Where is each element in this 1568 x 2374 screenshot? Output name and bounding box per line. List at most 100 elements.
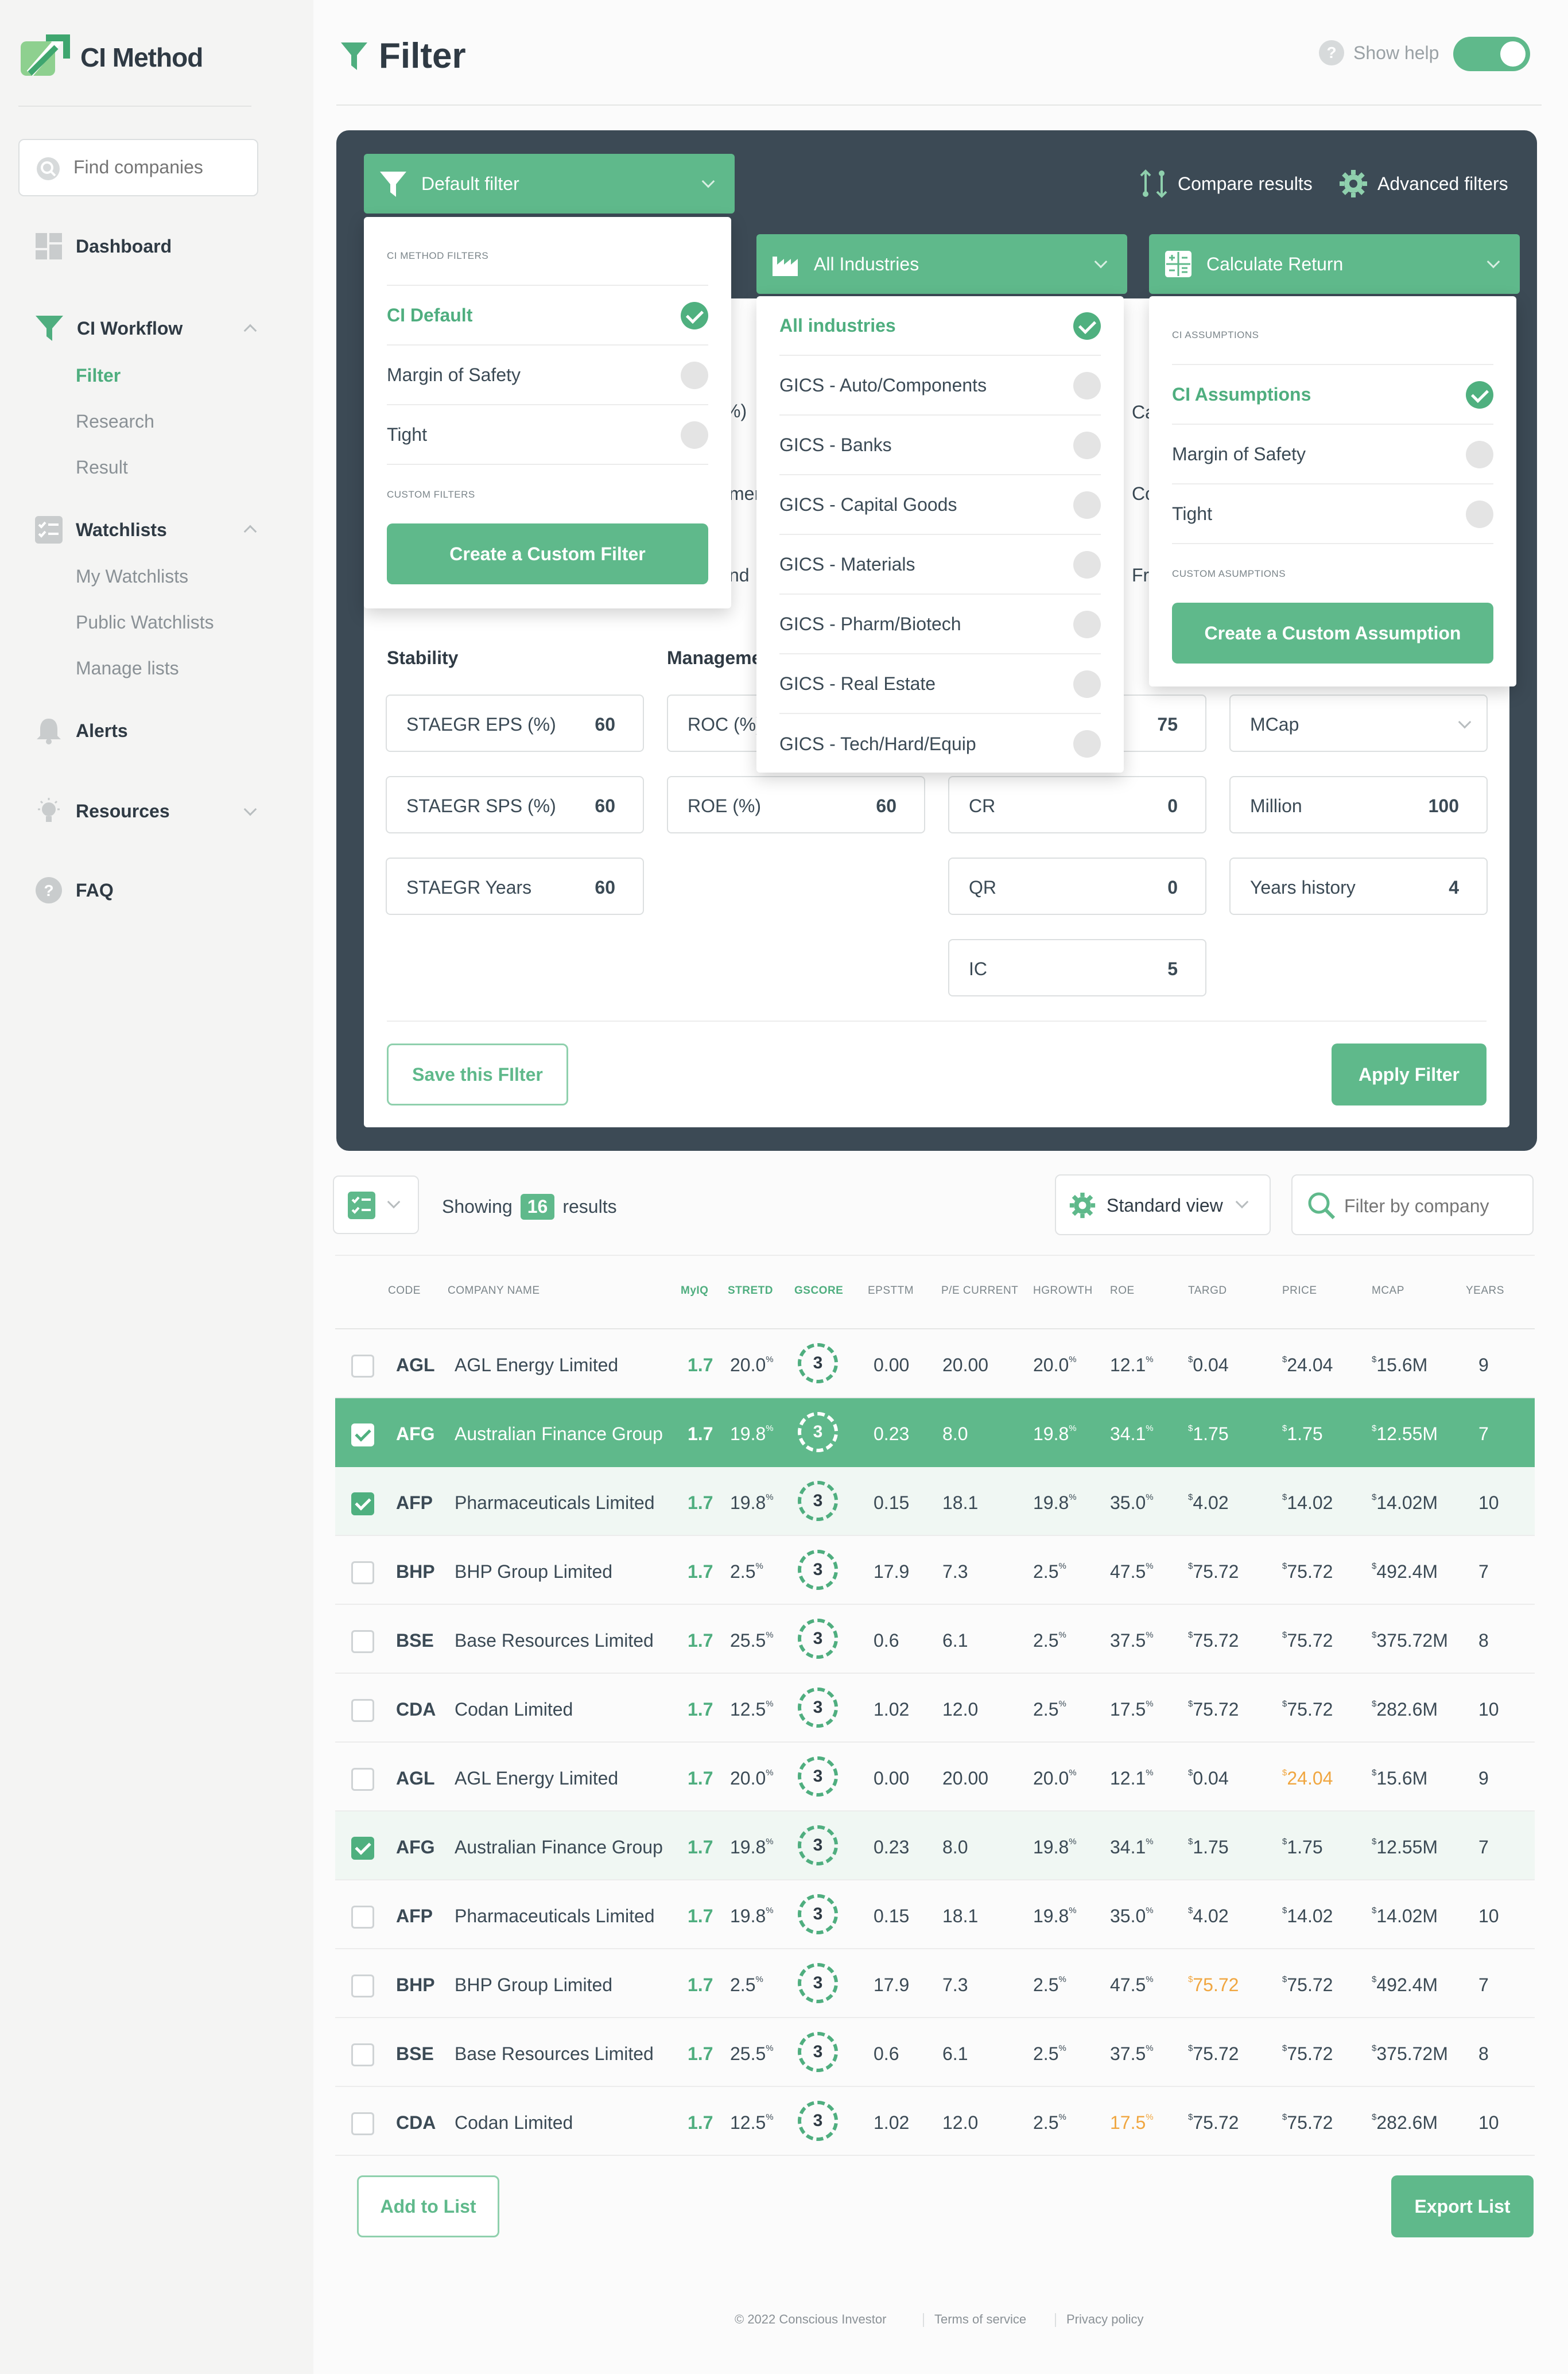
percent-symbol: % (1058, 1561, 1066, 1571)
industry-option[interactable]: GICS - Capital Goods (779, 475, 1101, 535)
column-header[interactable]: TARGD (1188, 1285, 1227, 1297)
column-header[interactable]: COMPANY NAME (448, 1285, 540, 1297)
compare-results-button[interactable]: Compare results (1139, 169, 1313, 199)
industry-option[interactable]: GICS - Real Estate (779, 654, 1101, 714)
column-header[interactable]: PRICE (1282, 1285, 1317, 1297)
row-checkbox[interactable] (351, 1492, 374, 1515)
industry-option[interactable]: GICS - Auto/Components (779, 356, 1101, 416)
industry-option[interactable]: GICS - Banks (779, 416, 1101, 475)
row-checkbox[interactable] (351, 1630, 374, 1653)
row-checkbox[interactable] (351, 1906, 374, 1929)
column-header[interactable]: HGROWTH (1033, 1285, 1093, 1297)
row-checkbox[interactable] (351, 1768, 374, 1791)
row-checkbox[interactable] (351, 1561, 374, 1584)
years-history-field[interactable]: Years history 4 (1229, 858, 1488, 915)
add-to-list-button[interactable]: Add to List (357, 2175, 499, 2237)
return-select[interactable]: Calculate Return (1149, 234, 1520, 294)
column-header[interactable]: P/E CURRENT (941, 1285, 1018, 1297)
industry-option[interactable]: GICS - Pharm/Biotech (779, 595, 1101, 654)
ic-field[interactable]: IC 5 (948, 939, 1206, 996)
filter-select[interactable]: Default filter (364, 154, 735, 214)
table-row[interactable]: AFG Australian Finance Group 1.7 19.8% 0.23 8… (335, 1811, 1535, 1880)
nav-research[interactable]: Research (76, 411, 154, 432)
privacy-link[interactable]: Privacy policy (1066, 2312, 1143, 2327)
nav-filter[interactable]: Filter (76, 365, 121, 386)
assumption-option[interactable]: Tight (1172, 484, 1493, 544)
nav-alerts[interactable]: Alerts (34, 716, 128, 745)
column-header[interactable]: GSCORE (794, 1285, 843, 1297)
nav-my-watchlists[interactable]: My Watchlists (76, 566, 188, 587)
table-row[interactable]: BSE Base Resources Limited 1.7 25.5% 0.6 6.1 2… (335, 1605, 1535, 1674)
row-checkbox[interactable] (351, 2112, 374, 2135)
create-custom-assumption-button[interactable]: Create a Custom Assumption (1172, 603, 1493, 664)
column-header[interactable]: YEARS (1466, 1285, 1504, 1297)
column-header[interactable]: CODE (388, 1285, 421, 1297)
table-row[interactable]: CDA Codan Limited 1.7 12.5% 1.02 12.0 2.5% 17.5… (335, 1674, 1535, 1743)
apply-filter-button[interactable]: Apply Filter (1332, 1044, 1487, 1105)
brand-logo[interactable]: CI Method (18, 33, 203, 82)
row-checkbox[interactable] (351, 1975, 374, 1997)
export-list-button[interactable]: Export List (1391, 2175, 1534, 2237)
row-checkbox[interactable] (351, 1837, 374, 1860)
table-row[interactable]: BHP BHP Group Limited 1.7 2.5% 17.9 7.3 2.5% 47… (335, 1536, 1535, 1605)
company-filter-field[interactable] (1291, 1174, 1534, 1235)
save-filter-button[interactable]: Save this FIlter (387, 1044, 568, 1105)
column-header[interactable]: EPSTTM (868, 1285, 914, 1297)
industry-option[interactable]: All industries (779, 296, 1101, 356)
chevron-down-icon[interactable] (243, 802, 257, 816)
table-row[interactable]: AFP Pharmaceuticals Limited 1.7 19.8% 0.15 18… (335, 1880, 1535, 1949)
industry-option[interactable]: GICS - Tech/Hard/Equip (779, 714, 1101, 774)
row-checkbox[interactable] (351, 1423, 374, 1446)
column-header[interactable]: MyIQ (681, 1285, 708, 1297)
table-row[interactable]: BSE Base Resources Limited 1.7 25.5% 0.6 6.1 2… (335, 2018, 1535, 2087)
cr-field[interactable]: CR 0 (948, 776, 1206, 833)
bulk-select-menu[interactable] (333, 1176, 419, 1234)
million-field[interactable]: Million 100 (1229, 776, 1488, 833)
assumption-option[interactable]: Margin of Safety (1172, 425, 1493, 484)
column-header[interactable]: MCAP (1372, 1285, 1404, 1297)
table-row[interactable]: AGL AGL Energy Limited 1.7 20.0% 0.00 20.00 20… (335, 1329, 1535, 1398)
nav-result[interactable]: Result (76, 457, 128, 478)
filter-option[interactable]: Margin of Safety (387, 346, 708, 405)
nav-ci-workflow[interactable]: CI Workflow (34, 313, 183, 343)
company-search-field[interactable] (18, 139, 258, 196)
help-switch[interactable] (1453, 37, 1530, 71)
terms-link[interactable]: Terms of service (934, 2312, 1026, 2327)
cell-epsttm: 0.15 (874, 1906, 909, 1927)
table-row[interactable]: AFP Pharmaceuticals Limited 1.7 19.8% 0.15 18… (335, 1467, 1535, 1536)
company-filter-input[interactable] (1343, 1195, 1521, 1217)
assumption-option[interactable]: CI Assumptions (1172, 365, 1493, 425)
nav-dashboard[interactable]: Dashboard (34, 232, 172, 261)
staegr-years-field[interactable]: STAEGR Years 60 (386, 858, 644, 915)
roe-field[interactable]: ROE (%) 60 (667, 776, 925, 833)
chevron-up-icon[interactable] (243, 525, 257, 538)
row-checkbox[interactable] (351, 1699, 374, 1722)
nav-public-watchlists[interactable]: Public Watchlists (76, 612, 214, 633)
chevron-up-icon[interactable] (243, 324, 257, 338)
nav-manage-lists[interactable]: Manage lists (76, 658, 179, 679)
nav-watchlists[interactable]: Watchlists (34, 515, 167, 544)
search-input[interactable] (72, 156, 244, 179)
nav-resources[interactable]: Resources (34, 797, 170, 825)
staegr-sps-field[interactable]: STAEGR SPS (%) 60 (386, 776, 644, 833)
industry-option[interactable]: GICS - Materials (779, 535, 1101, 595)
row-checkbox[interactable] (351, 2043, 374, 2066)
mcap-select[interactable]: MCap (1229, 695, 1488, 752)
nav-faq[interactable]: ? FAQ (34, 876, 114, 905)
help-toggle[interactable]: ? Show help (1318, 39, 1439, 67)
table-row[interactable]: AGL AGL Energy Limited 1.7 20.0% 0.00 20.00 20… (335, 1743, 1535, 1811)
filter-option[interactable]: CI Default (387, 286, 708, 346)
staegr-eps-field[interactable]: STAEGR EPS (%) 60 (386, 695, 644, 752)
column-header[interactable]: ROE (1110, 1285, 1135, 1297)
table-row[interactable]: BHP BHP Group Limited 1.7 2.5% 17.9 7.3 2.5% 47… (335, 1949, 1535, 2018)
advanced-filters-button[interactable]: Advanced filters (1338, 169, 1508, 199)
filter-option[interactable]: Tight (387, 405, 708, 465)
table-row[interactable]: AFG Australian Finance Group 1.7 19.8% 0.23 8… (335, 1398, 1535, 1467)
industry-select[interactable]: All Industries (756, 234, 1127, 294)
qr-field[interactable]: QR 0 (948, 858, 1206, 915)
view-select[interactable]: Standard view (1055, 1174, 1271, 1235)
column-header[interactable]: STRETD (728, 1285, 773, 1297)
row-checkbox[interactable] (351, 1355, 374, 1378)
create-custom-filter-button[interactable]: Create a Custom Filter (387, 523, 708, 584)
table-row[interactable]: CDA Codan Limited 1.7 12.5% 1.02 12.0 2.5% 17.5… (335, 2087, 1535, 2156)
